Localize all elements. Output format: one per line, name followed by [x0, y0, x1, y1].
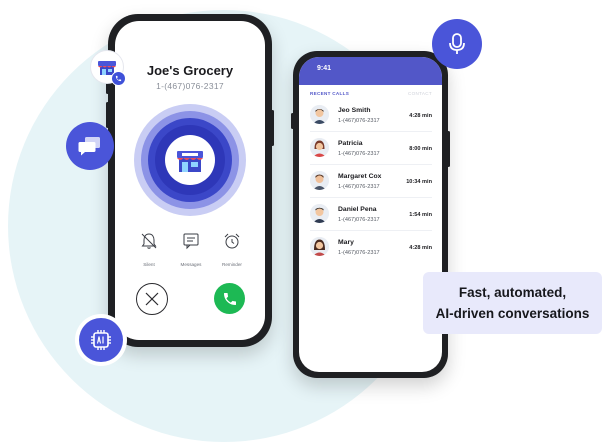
contact-name: Mary — [338, 239, 354, 246]
accept-button[interactable] — [214, 283, 245, 314]
list-item[interactable]: Patricia 1-(467)076-2317 8:00 min — [299, 132, 442, 164]
phone-side-button — [106, 102, 109, 128]
alarm-clock-icon — [224, 233, 240, 249]
caller-number: 1-(467)076-2317 — [156, 81, 224, 91]
message-icon — [183, 233, 199, 250]
call-duration: 1:54 min — [409, 212, 432, 218]
caller-name: Joe's Grocery — [146, 63, 234, 78]
bell-off-icon — [141, 233, 157, 249]
status-bar: 9:41 — [299, 57, 442, 85]
contact-number: 1-(467)076-2317 — [338, 118, 380, 124]
contact-name: Daniel Pena — [338, 206, 377, 213]
microphone-icon — [449, 33, 465, 54]
recent-calls-screen: 9:41 RECENT CALLS CONTACT Jeo Smith 1-(4… — [299, 57, 442, 372]
x-icon — [145, 292, 159, 306]
avatar — [310, 204, 329, 223]
silent-label: Silent — [143, 262, 155, 267]
man-avatar-icon — [310, 204, 329, 223]
contact-number: 1-(467)076-2317 — [338, 184, 380, 190]
tagline-line-1: Fast, automated, — [458, 285, 567, 300]
list-item[interactable]: Daniel Pena 1-(467)076-2317 1:54 min — [299, 198, 442, 230]
messages-action[interactable]: Messages — [171, 231, 211, 267]
chat-button[interactable] — [66, 122, 114, 170]
tagline-line-2: AI-driven conversations — [435, 306, 590, 321]
contact-name: Margaret Cox — [338, 173, 382, 180]
contact-number: 1-(467)076-2317 — [338, 151, 380, 157]
avatar — [310, 138, 329, 157]
contact-name: Jeo Smith — [338, 107, 371, 114]
phone-side-button — [447, 131, 450, 167]
incoming-call-phone: Joe's Grocery 1-(467)076-2317 Silent Mes… — [106, 14, 274, 347]
avatar — [310, 237, 329, 256]
ai-chip-button[interactable] — [79, 318, 123, 362]
ai-chip-icon — [91, 330, 111, 350]
list-item[interactable]: Jeo Smith 1-(467)076-2317 4:28 min — [299, 99, 442, 131]
avatar — [310, 105, 329, 124]
contact-number: 1-(467)076-2317 — [338, 250, 380, 256]
phone-badge — [111, 71, 126, 86]
incoming-call-screen: Joe's Grocery 1-(467)076-2317 Silent Mes… — [115, 21, 265, 340]
tab-contact[interactable]: CONTACT — [408, 91, 432, 96]
call-duration: 4:28 min — [409, 245, 432, 251]
phone-icon — [223, 292, 236, 305]
tab-recent-calls[interactable]: RECENT CALLS — [310, 91, 349, 96]
phone-side-button — [271, 110, 274, 146]
avatar — [310, 171, 329, 190]
woman-avatar-icon — [310, 138, 329, 157]
call-duration: 10:34 min — [406, 179, 432, 185]
status-time: 9:41 — [317, 65, 332, 72]
chat-icon — [78, 137, 100, 156]
contact-name: Patricia — [338, 140, 363, 147]
woman-avatar-icon — [310, 237, 329, 256]
microphone-button[interactable] — [432, 19, 482, 69]
contact-number: 1-(467)076-2317 — [338, 217, 380, 223]
phone-icon — [115, 75, 122, 82]
store-avatar — [165, 135, 215, 185]
man-avatar-icon — [310, 171, 329, 190]
store-badge — [90, 50, 126, 86]
store-icon — [177, 151, 203, 172]
messages-label: Messages — [180, 262, 202, 267]
call-duration: 8:00 min — [409, 146, 432, 152]
silent-action[interactable]: Silent — [129, 231, 169, 267]
call-duration: 4:28 min — [409, 113, 432, 119]
phone-side-button — [291, 113, 294, 129]
reminder-label: Reminder — [222, 262, 242, 267]
decline-button[interactable] — [136, 283, 168, 315]
man-avatar-icon — [310, 105, 329, 124]
list-item[interactable]: Margaret Cox 1-(467)076-2317 10:34 min — [299, 165, 442, 197]
reminder-action[interactable]: Reminder — [212, 231, 252, 267]
tagline-card: Fast, automated, AI-driven conversations — [423, 272, 602, 334]
list-item[interactable]: Mary 1-(467)076-2317 4:28 min — [299, 231, 442, 263]
